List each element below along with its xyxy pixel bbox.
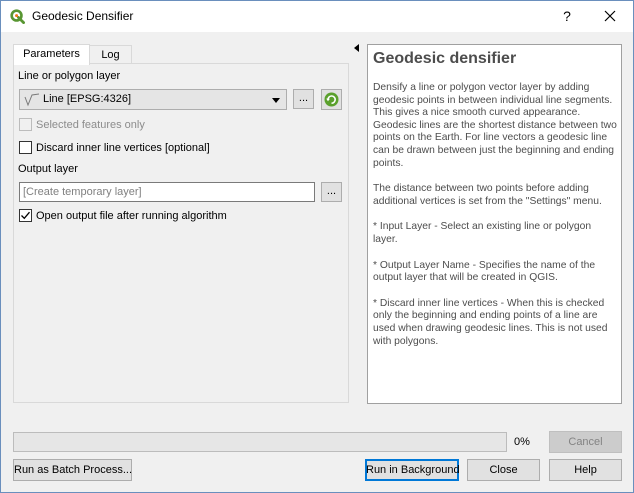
help-paragraph: * Output Layer Name - Specifies the name… bbox=[373, 259, 596, 284]
help-paragraph: * Discard inner line vertices - When thi… bbox=[373, 297, 608, 347]
chevron-down-icon bbox=[272, 98, 280, 103]
cancel-button[interactable]: Cancel bbox=[549, 431, 622, 453]
dialog-window: Geodesic Densifier ? Parameters Log Line… bbox=[0, 0, 634, 493]
progress-bar bbox=[13, 432, 507, 452]
iterate-icon bbox=[324, 92, 339, 107]
title-bar[interactable]: Geodesic Densifier ? bbox=[1, 1, 633, 32]
batch-process-button[interactable]: Run as Batch Process... bbox=[13, 459, 132, 481]
layer-browse-button[interactable]: ... bbox=[293, 89, 314, 109]
output-layer-field[interactable] bbox=[19, 182, 315, 202]
iterate-button[interactable] bbox=[321, 89, 342, 110]
progress-percent: 0% bbox=[514, 436, 530, 448]
close-button[interactable]: Close bbox=[467, 459, 540, 481]
discard-vertices-label: Discard inner line vertices [optional] bbox=[36, 142, 210, 154]
run-in-background-button[interactable]: Run in Background bbox=[365, 459, 460, 481]
checkmark-icon bbox=[21, 211, 30, 220]
discard-vertices-checkbox[interactable] bbox=[19, 141, 32, 154]
help-title: Geodesic densifier bbox=[373, 50, 517, 67]
help-button[interactable]: Help bbox=[549, 459, 622, 481]
context-help-button[interactable]: ? bbox=[557, 5, 577, 27]
output-layer-input[interactable] bbox=[20, 183, 314, 201]
help-paragraph: The distance between two points before a… bbox=[373, 183, 602, 207]
help-paragraph: * Input Layer - Select an existing line … bbox=[373, 221, 592, 245]
open-output-label: Open output file after running algorithm bbox=[36, 210, 227, 222]
selected-features-label: Selected features only bbox=[36, 119, 145, 131]
tab-parameters[interactable]: Parameters bbox=[13, 44, 90, 65]
open-output-checkbox[interactable] bbox=[19, 209, 32, 222]
qgis-logo-icon bbox=[10, 9, 25, 24]
layer-combobox[interactable]: Line [EPSG:4326] bbox=[19, 89, 287, 110]
parameters-panel bbox=[13, 63, 349, 403]
selected-features-checkbox[interactable] bbox=[19, 118, 32, 131]
help-paragraph: Densify a line or polygon vector layer b… bbox=[373, 82, 617, 169]
output-layer-label: Output layer bbox=[18, 163, 78, 175]
output-browse-button[interactable]: ... bbox=[321, 182, 342, 202]
close-icon[interactable] bbox=[599, 5, 621, 27]
window-title: Geodesic Densifier bbox=[32, 9, 134, 23]
layer-combobox-value: Line [EPSG:4326] bbox=[43, 93, 132, 105]
collapse-help-icon[interactable] bbox=[354, 44, 359, 52]
layer-label: Line or polygon layer bbox=[18, 70, 121, 82]
line-layer-icon bbox=[24, 93, 40, 107]
help-pane[interactable]: Geodesic densifier Densify a line or pol… bbox=[367, 44, 622, 404]
